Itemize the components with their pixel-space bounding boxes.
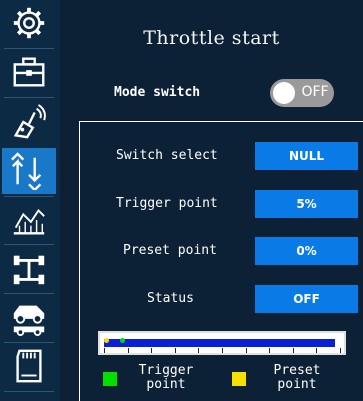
toggle-state-text: OFF (301, 84, 329, 100)
trigger-point-marker (120, 338, 125, 343)
bar-tick (128, 348, 129, 353)
transmitter-icon (13, 104, 46, 139)
switch-select-label: Switch select (116, 148, 218, 163)
sidebar-item-transmitter[interactable] (2, 99, 56, 145)
preset-legend-line2: point (277, 377, 317, 392)
bar-tick (222, 348, 223, 353)
throttle-bar (98, 331, 346, 355)
up-down-arrows-icon (11, 152, 42, 190)
trigger-point-button[interactable]: 5% (255, 190, 358, 218)
car-icon (13, 305, 45, 336)
sidebar-item-servo[interactable] (2, 246, 56, 292)
sidebar-item-tools[interactable] (2, 49, 56, 95)
trigger-legend-label: Trigger point (124, 364, 208, 392)
sidebar-item-storage[interactable] (2, 343, 56, 389)
bar-tick (104, 348, 105, 353)
toggle-knob (273, 82, 295, 104)
status-label: Status (147, 291, 194, 306)
bar-tick (175, 348, 176, 353)
gear-icon (13, 7, 45, 39)
preset-legend-label: Preset point (255, 364, 339, 392)
bar-tick (340, 348, 341, 353)
bar-tick (269, 348, 270, 353)
sidebar-item-car[interactable] (2, 294, 56, 340)
preset-point-label: Preset point (123, 243, 217, 258)
sidebar-item-throttle-start[interactable] (2, 148, 56, 194)
trigger-legend-swatch (103, 372, 117, 386)
throttle-bar-ticks (104, 348, 341, 353)
bar-tick (316, 348, 317, 353)
bar-tick (151, 348, 152, 353)
preset-point-button[interactable]: 0% (255, 237, 358, 265)
toolbox-icon (13, 57, 45, 87)
trigger-point-label: Trigger point (116, 196, 218, 211)
trigger-legend-line1: Trigger (138, 363, 194, 378)
servo-icon (13, 255, 45, 285)
sidebar (0, 0, 60, 401)
bar-tick (293, 348, 294, 353)
throttle-bar-fill (104, 339, 335, 347)
preset-point-marker (104, 338, 109, 343)
mode-switch-toggle[interactable]: OFF (270, 79, 334, 107)
sidebar-item-curve[interactable] (2, 197, 56, 243)
trigger-legend-line2: point (146, 377, 186, 392)
bar-tick (246, 348, 247, 353)
bar-tick (198, 348, 199, 353)
page-title: Throttle start (143, 27, 280, 49)
status-value: OFF (255, 285, 358, 313)
preset-legend-line1: Preset (273, 363, 321, 378)
switch-select-button[interactable]: NULL (255, 142, 358, 170)
preset-legend-swatch (232, 372, 246, 386)
mode-switch-label: Mode switch (114, 85, 201, 100)
chart-icon (13, 209, 45, 235)
sidebar-item-settings[interactable] (2, 0, 56, 46)
sd-card-icon (16, 349, 42, 383)
